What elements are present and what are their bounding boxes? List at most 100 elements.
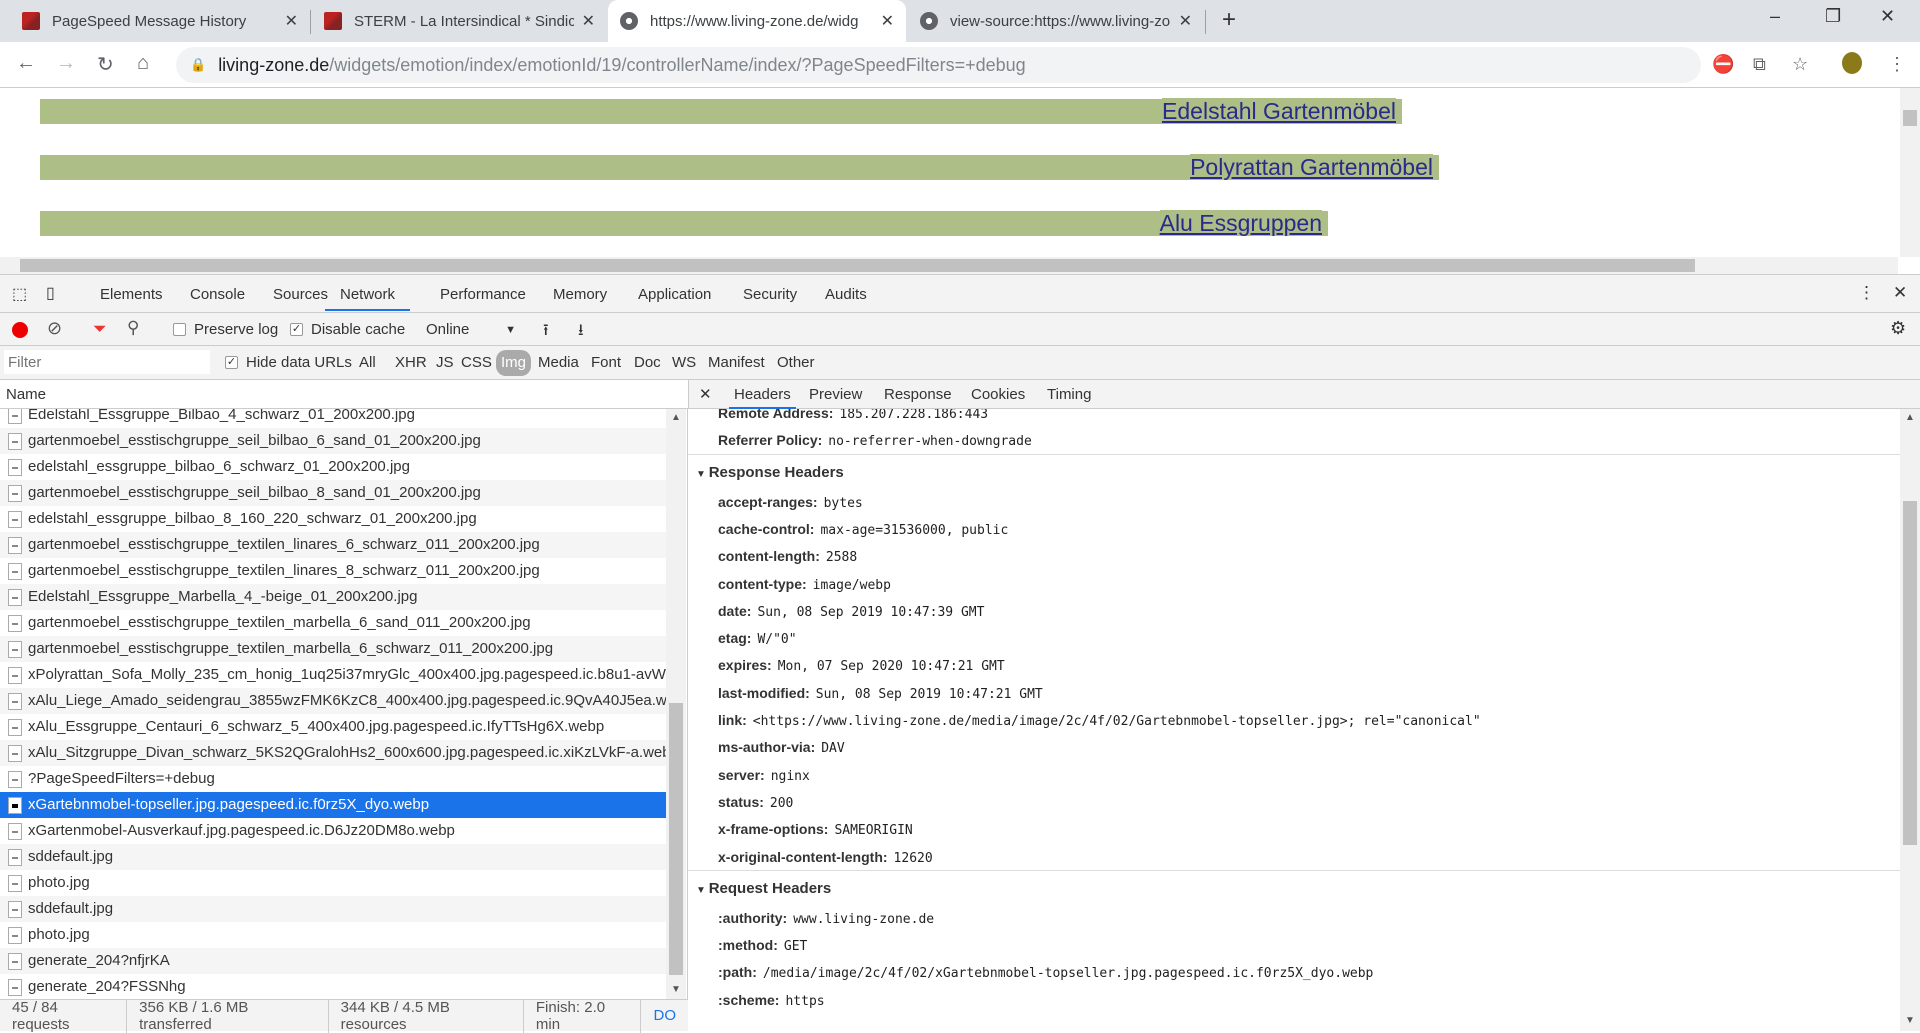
tab-security[interactable]: Security [743,278,797,311]
tab-elements[interactable]: Elements [100,278,163,311]
request-row[interactable]: gartenmoebel_esstischgruppe_textilen_lin… [0,558,666,584]
tab-performance[interactable]: Performance [440,278,526,311]
browser-tab-0[interactable]: PageSpeed Message History ✕ [10,0,310,42]
response-headers-section[interactable]: ▼ Response Headers [696,464,844,481]
star-icon[interactable]: ☆ [1792,54,1808,75]
request-row[interactable]: gartenmoebel_esstischgruppe_seil_bilbao_… [0,428,666,454]
minimize-icon[interactable]: – [1770,6,1780,27]
filter-input[interactable] [4,350,210,374]
name-column-header[interactable]: Name [0,380,688,409]
close-tab-icon[interactable]: ✕ [582,11,595,31]
import-har-icon[interactable]: ⭱ [543,319,549,346]
filter-xhr[interactable]: XHR [395,346,427,379]
link-alu[interactable]: Alu Essgruppen [1159,210,1322,236]
close-devtools-icon[interactable]: ✕ [1893,283,1907,303]
request-list-scrollbar[interactable]: ▲ ▼ [666,409,686,999]
page-vertical-scrollbar[interactable] [1900,88,1920,257]
menu-icon[interactable]: ⋮ [1888,54,1906,75]
tab-headers[interactable]: Headers [729,380,796,409]
request-row[interactable]: gartenmoebel_esstischgruppe_textilen_mar… [0,636,666,662]
request-row[interactable]: gartenmoebel_esstischgruppe_seil_bilbao_… [0,480,666,506]
export-har-icon[interactable]: ⭳ [578,319,584,346]
headers-scrollbar[interactable]: ▲ ▼ [1900,409,1920,1031]
close-tab-icon[interactable]: ✕ [1179,11,1192,31]
request-row[interactable]: Edelstahl_Essgruppe_Bilbao_4_schwarz_01_… [0,409,666,428]
close-detail-icon[interactable]: ✕ [699,385,712,403]
filter-doc[interactable]: Doc [634,346,661,379]
filter-img[interactable]: Img [496,350,532,376]
link-polyrattan[interactable]: Polyrattan Gartenmöbel [1190,154,1433,180]
home-icon[interactable]: ⌂ [137,52,149,75]
request-row[interactable]: generate_204?nfjrKA [0,948,666,974]
search-icon[interactable]: ⚲ [127,318,139,338]
scroll-up-icon[interactable]: ▲ [1905,412,1915,423]
restore-icon[interactable]: ❐ [1825,6,1841,27]
request-row[interactable]: xPolyrattan_Sofa_Molly_235_cm_honig_1uq2… [0,662,666,688]
browser-tab-3[interactable]: view-source:https://www.living-zo ✕ [908,0,1204,42]
tab-network[interactable]: Network [325,278,411,311]
disable-cache-checkbox[interactable]: ✓ Disable cache [290,321,405,338]
close-tab-icon[interactable]: ✕ [881,11,894,31]
scroll-thumb[interactable] [669,703,683,975]
translate-icon[interactable]: ⧉ [1753,54,1766,75]
close-window-icon[interactable]: ✕ [1880,6,1895,27]
filter-ws[interactable]: WS [672,346,696,379]
filter-other[interactable]: Other [777,346,815,379]
device-toolbar-icon[interactable]: ▯ [46,283,55,303]
scroll-down-icon[interactable]: ▼ [1905,1015,1915,1026]
blocked-content-icon[interactable]: ⛔ [1712,54,1734,75]
request-row[interactable]: photo.jpg [0,922,666,948]
tab-sources[interactable]: Sources [273,278,328,311]
inspect-icon[interactable]: ⬚ [12,284,27,304]
tab-console[interactable]: Console [190,278,245,311]
request-row[interactable]: generate_204?FSSNhg [0,974,666,999]
browser-tab-2[interactable]: https://www.living-zone.de/widg ✕ [608,0,906,42]
settings-gear-icon[interactable]: ⚙ [1890,318,1906,339]
devtools-menu-icon[interactable]: ⋮ [1858,283,1875,303]
filter-all[interactable]: All [359,346,376,379]
scroll-up-icon[interactable]: ▲ [671,412,681,423]
new-tab-button[interactable]: + [1222,6,1236,34]
request-row[interactable]: gartenmoebel_esstischgruppe_textilen_mar… [0,610,666,636]
record-icon[interactable] [12,322,28,338]
request-headers-section[interactable]: ▼ Request Headers [696,880,831,897]
tab-preview[interactable]: Preview [809,380,862,409]
request-row[interactable]: Edelstahl_Essgruppe_Marbella_4_-beige_01… [0,584,666,610]
request-row[interactable]: edelstahl_essgruppe_bilbao_8_160_220_sch… [0,506,666,532]
tab-application[interactable]: Application [638,278,711,311]
request-row[interactable]: sddefault.jpg [0,844,666,870]
tab-response[interactable]: Response [884,380,952,409]
clear-icon[interactable]: ⊘ [47,318,62,339]
request-row[interactable]: xAlu_Liege_Amado_seidengrau_3855wzFMK6Kz… [0,688,666,714]
forward-icon[interactable]: → [56,52,76,75]
request-row[interactable]: xAlu_Sitzgruppe_Divan_schwarz_5KS2QGralo… [0,740,666,766]
scroll-thumb[interactable] [1903,501,1917,845]
request-row[interactable]: xGartenmobel-Ausverkauf.jpg.pagespeed.ic… [0,818,666,844]
tab-audits[interactable]: Audits [825,278,867,311]
tab-cookies[interactable]: Cookies [971,380,1025,409]
reload-icon[interactable]: ↻ [97,52,114,77]
filter-media[interactable]: Media [538,346,579,379]
page-horizontal-scrollbar[interactable] [0,257,1898,274]
filter-icon[interactable]: ⏷ [93,319,107,339]
url-input[interactable]: 🔒 living-zone.de/widgets/emotion/index/e… [176,47,1701,83]
link-edelstahl[interactable]: Edelstahl Gartenmöbel [1162,98,1396,124]
scroll-down-icon[interactable]: ▼ [671,984,681,995]
filter-css[interactable]: CSS [461,346,492,379]
throttle-select[interactable]: Online ▼ [426,321,516,338]
request-row[interactable]: xGartebnmobel-topseller.jpg.pagespeed.ic… [0,792,666,818]
tab-memory[interactable]: Memory [553,278,607,311]
filter-manifest[interactable]: Manifest [708,346,765,379]
request-row[interactable]: edelstahl_essgruppe_bilbao_6_schwarz_01_… [0,454,666,480]
request-row[interactable]: xAlu_Essgruppe_Centauri_6_schwarz_5_400x… [0,714,666,740]
browser-tab-1[interactable]: STERM - La Intersindical * Sindica ✕ [312,0,607,42]
request-row[interactable]: gartenmoebel_esstischgruppe_textilen_lin… [0,532,666,558]
hide-data-urls-checkbox[interactable]: ✓ Hide data URLs [225,354,352,371]
request-row[interactable]: ?PageSpeedFilters=+debug [0,766,666,792]
filter-js[interactable]: JS [436,346,454,379]
back-icon[interactable]: ← [16,52,36,75]
request-row[interactable]: sddefault.jpg [0,896,666,922]
tab-timing[interactable]: Timing [1047,380,1091,409]
close-tab-icon[interactable]: ✕ [285,11,298,31]
request-row[interactable]: photo.jpg [0,870,666,896]
